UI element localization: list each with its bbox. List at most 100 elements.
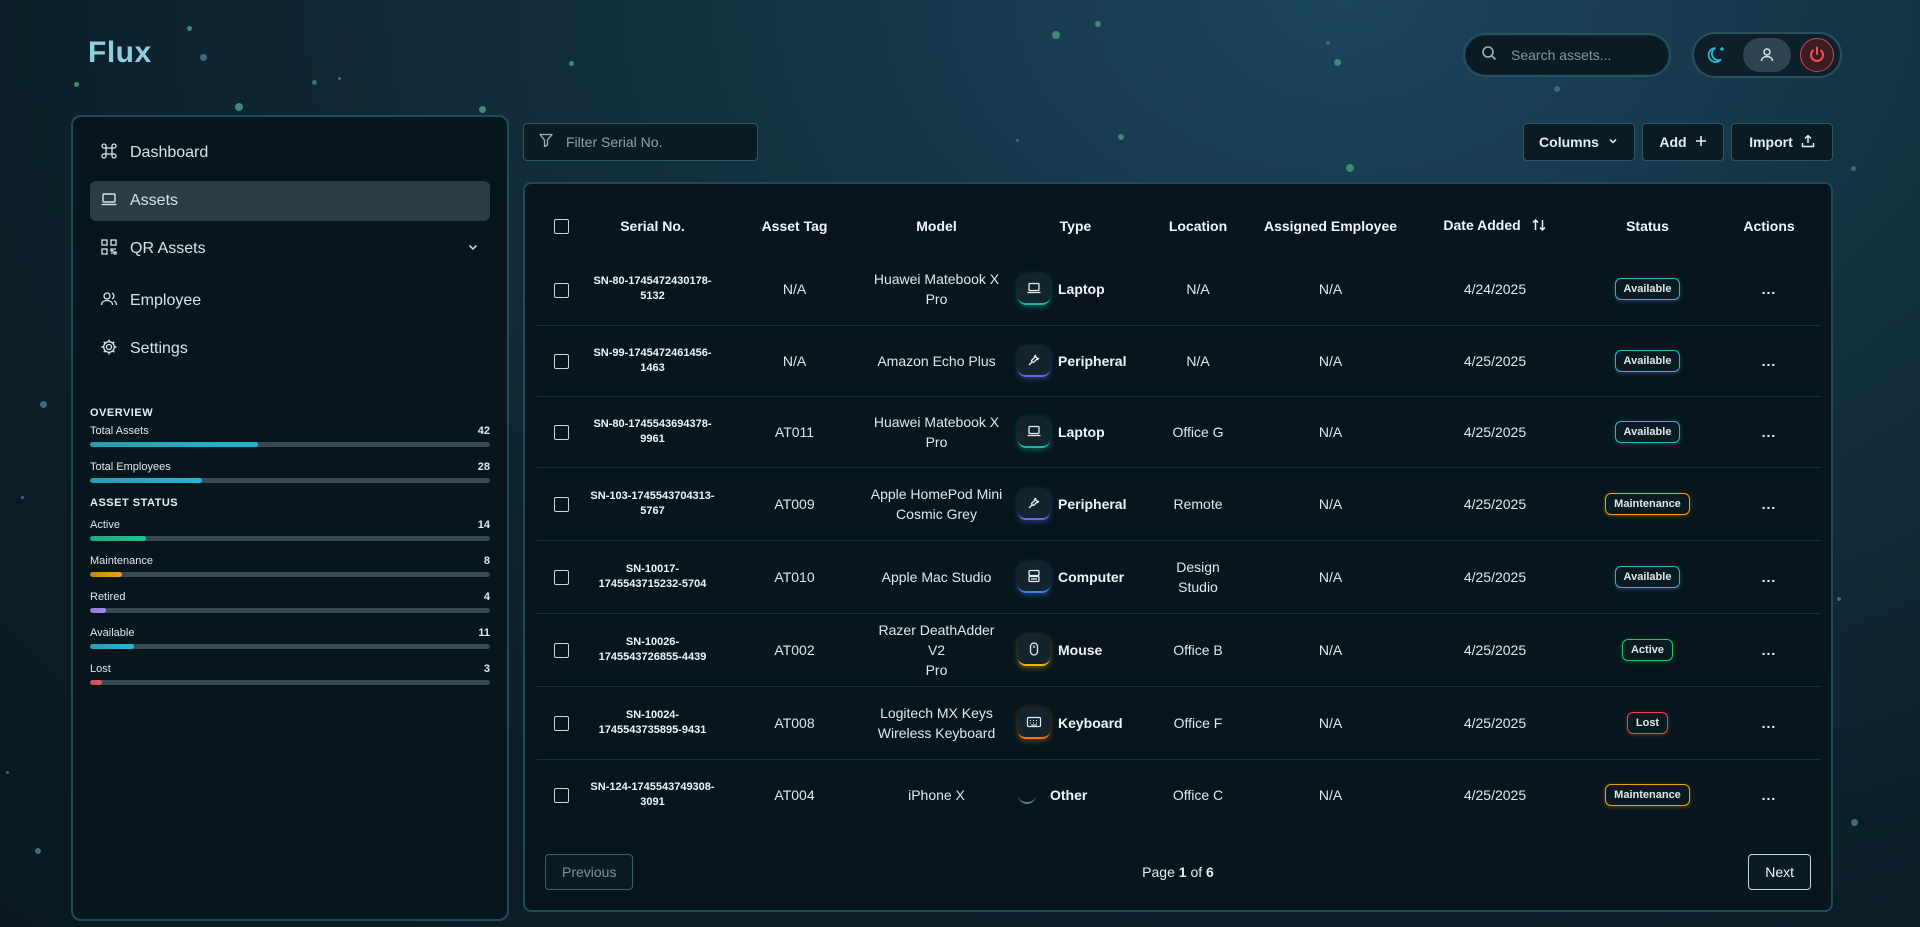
- assigned-employee: N/A: [1249, 467, 1412, 541]
- model: Huawei Matebook X Pro: [869, 396, 1004, 468]
- date-added: 4/25/2025: [1412, 686, 1578, 760]
- row-checkbox[interactable]: [553, 496, 569, 512]
- type-label: Other: [1050, 786, 1088, 803]
- stat-value: 42: [477, 425, 490, 437]
- location-line: Studio: [1178, 578, 1218, 595]
- asset-tag: AT008: [720, 686, 869, 760]
- col-model[interactable]: Model: [869, 198, 1004, 254]
- row-checkbox[interactable]: [553, 569, 569, 585]
- asset-tag: AT010: [720, 540, 869, 614]
- search-box[interactable]: [1463, 33, 1671, 77]
- row-actions-icon[interactable]: ...: [1762, 787, 1777, 803]
- type-cell: Peripheral: [1004, 344, 1147, 377]
- table-row[interactable]: SN-80-1745543694378- 9961 AT011 Huawei Mate…: [537, 396, 1821, 468]
- col-location[interactable]: Location: [1147, 198, 1249, 254]
- filter-box[interactable]: [523, 123, 758, 161]
- row-actions-icon[interactable]: ...: [1762, 642, 1777, 658]
- model-line: Cosmic Grey: [896, 505, 977, 522]
- assets-table-card: Serial No. Asset Tag Model Type Location…: [523, 182, 1833, 912]
- next-button[interactable]: Next: [1748, 854, 1811, 890]
- model: Amazon Echo Plus: [869, 325, 1004, 397]
- row-actions-icon[interactable]: ...: [1762, 496, 1777, 512]
- search-input[interactable]: [1511, 47, 1661, 63]
- circle-icon: [1018, 786, 1036, 804]
- serial-line: SN-10026-: [625, 635, 680, 648]
- col-serial[interactable]: Serial No.: [585, 198, 720, 254]
- power-icon[interactable]: [1800, 38, 1834, 72]
- row-checkbox[interactable]: [553, 353, 569, 369]
- stat-progress-bar: [90, 536, 490, 541]
- table-row[interactable]: SN-10024- 1745543735895-9431 AT008 Logitech…: [537, 686, 1821, 760]
- table-row[interactable]: SN-10026- 1745543726855-4439 AT002 Razer De…: [537, 613, 1821, 687]
- chevron-down-icon[interactable]: [466, 240, 480, 259]
- assigned-employee: N/A: [1318, 786, 1343, 803]
- model-line: Logitech MX Keys: [880, 704, 993, 721]
- col-actions: Actions: [1743, 218, 1795, 234]
- sidebar-item-assets[interactable]: Assets: [90, 181, 490, 221]
- sidebar-item-qr-assets[interactable]: QR Assets: [90, 229, 490, 269]
- row-checkbox[interactable]: [553, 282, 569, 298]
- filter-serial-input[interactable]: [566, 134, 746, 150]
- sidebar-item-employee[interactable]: Employee: [90, 281, 490, 321]
- type-cell: Laptop: [1004, 273, 1147, 306]
- row-checkbox[interactable]: [553, 788, 569, 804]
- asset-tag: AT009: [720, 467, 869, 541]
- stat-progress-fill: [90, 572, 122, 577]
- model-line: Huawei Matebook X Pro: [873, 413, 1000, 450]
- stat-label: Maintenance: [90, 555, 153, 567]
- add-button[interactable]: Add: [1642, 123, 1724, 161]
- row-checkbox[interactable]: [553, 642, 569, 658]
- col-type[interactable]: Type: [1004, 198, 1147, 254]
- sidebar-item-settings[interactable]: Settings: [90, 329, 490, 369]
- sidebar-item-label: Settings: [130, 340, 188, 357]
- serial-line: 5132: [640, 290, 665, 303]
- total-pages: 6: [1206, 864, 1214, 880]
- serial-line: 1463: [640, 361, 665, 374]
- qr-code-icon: [100, 238, 118, 261]
- serial-line: SN-80-1745543694378-: [593, 417, 712, 430]
- row-actions-icon[interactable]: ...: [1762, 281, 1777, 297]
- assigned-employee: N/A: [1249, 613, 1412, 687]
- col-asset-tag[interactable]: Asset Tag: [720, 198, 869, 254]
- sidebar-item-dashboard[interactable]: Dashboard: [90, 133, 490, 173]
- row-checkbox[interactable]: [553, 424, 569, 440]
- upload-icon: [1801, 133, 1815, 151]
- serial-number: SN-10017- 1745543715232-5704: [585, 562, 720, 592]
- status-badge: Available: [1614, 420, 1681, 443]
- asset-status-heading: ASSET STATUS: [90, 497, 179, 509]
- serial-line: SN-99-1745472461456-: [593, 346, 712, 359]
- table-row[interactable]: SN-124-1745543749308- 3091 AT004 iPhone X Ot…: [537, 759, 1821, 830]
- row-actions-icon[interactable]: ...: [1762, 715, 1777, 731]
- stat-active: Active 14: [90, 519, 490, 541]
- user-profile-icon[interactable]: [1743, 38, 1791, 72]
- table-row[interactable]: SN-99-1745472461456- 1463 N/A Amazon Echo P…: [537, 325, 1821, 397]
- table-row[interactable]: SN-80-1745472430178- 5132 N/A Huawei Matebo…: [537, 254, 1821, 326]
- columns-button[interactable]: Columns: [1523, 123, 1635, 161]
- row-actions-icon[interactable]: ...: [1762, 424, 1777, 440]
- row-actions-icon[interactable]: ...: [1762, 353, 1777, 369]
- table-row[interactable]: SN-10017- 1745543715232-5704 AT010 Apple Ma…: [537, 540, 1821, 614]
- model-line: Pro: [925, 661, 948, 678]
- table-row[interactable]: SN-103-1745543704313- 5767 AT009 Apple Home…: [537, 467, 1821, 541]
- stat-label: Lost: [90, 663, 111, 675]
- header-actions: [1692, 32, 1842, 78]
- select-all-checkbox[interactable]: [553, 219, 569, 235]
- import-button[interactable]: Import: [1731, 123, 1833, 161]
- col-date-added[interactable]: Date Added: [1412, 198, 1578, 254]
- serial-line: 1745543726855-4439: [598, 650, 707, 663]
- stat-progress-fill: [90, 442, 258, 447]
- stat-progress-bar: [90, 608, 490, 613]
- theme-toggle-icon[interactable]: [1700, 38, 1734, 72]
- stat-value: 4: [483, 591, 490, 603]
- serial-number: SN-99-1745472461456- 1463: [585, 346, 720, 376]
- type-label: Computer: [1058, 568, 1125, 585]
- col-assigned-employee[interactable]: Assigned Employee: [1249, 198, 1412, 254]
- row-actions-icon[interactable]: ...: [1762, 569, 1777, 585]
- sort-icon[interactable]: [1531, 217, 1547, 236]
- date-added: 4/24/2025: [1412, 254, 1578, 326]
- assigned-employee: N/A: [1249, 396, 1412, 468]
- stat-value: 11: [478, 627, 490, 639]
- col-status[interactable]: Status: [1578, 198, 1717, 254]
- app-logo[interactable]: Flux: [88, 36, 152, 70]
- row-checkbox[interactable]: [553, 715, 569, 731]
